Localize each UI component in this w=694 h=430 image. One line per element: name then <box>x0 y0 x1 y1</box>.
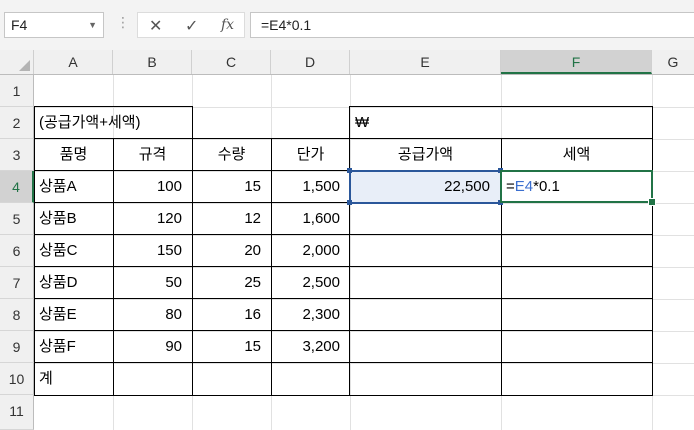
formula-equals: = <box>506 178 515 195</box>
table-border <box>652 106 653 396</box>
fill-handle-icon[interactable] <box>648 198 656 206</box>
item-price-cell[interactable]: 2,000 <box>271 235 350 266</box>
item-price-cell[interactable]: 1,600 <box>271 203 350 234</box>
header-cell-spec[interactable]: 규격 <box>113 139 192 170</box>
item-name-cell[interactable]: 상품E <box>34 299 82 330</box>
range-handle-icon[interactable] <box>347 200 352 205</box>
formula-bar: F4 ▼ ⋮ ✕ ✓ fx =E4*0.1 <box>0 0 694 50</box>
row-header-5[interactable]: 5 <box>0 203 34 235</box>
item-spec-cell[interactable]: 50 <box>113 267 192 298</box>
column-header-b[interactable]: B <box>113 50 192 74</box>
cell-e2-currency[interactable]: ₩ <box>350 107 374 138</box>
item-qty-cell[interactable]: 12 <box>192 203 271 234</box>
column-header-row: A B C D E F G <box>0 50 694 75</box>
insert-function-icon[interactable]: fx <box>221 17 234 33</box>
column-header-g[interactable]: G <box>652 50 694 74</box>
table-border <box>34 362 653 363</box>
item-spec-cell[interactable]: 100 <box>113 171 192 202</box>
total-label-cell[interactable]: 계 <box>34 363 58 394</box>
item-spec-cell[interactable]: 150 <box>113 235 192 266</box>
formula-buttons: ✕ ✓ fx <box>137 12 245 38</box>
item-name-cell[interactable]: 상품D <box>34 267 82 298</box>
row-header-4[interactable]: 4 <box>0 171 34 203</box>
item-qty-cell[interactable]: 15 <box>192 331 271 362</box>
item-price-cell[interactable]: 2,300 <box>271 299 350 330</box>
column-header-f[interactable]: F <box>501 50 652 74</box>
row-header-9[interactable]: 9 <box>0 331 34 363</box>
formula-reference: E4 <box>514 178 534 195</box>
range-handle-icon[interactable] <box>347 168 352 173</box>
row-header-11[interactable]: 11 <box>0 395 34 430</box>
chevron-down-icon[interactable]: ▼ <box>88 13 97 37</box>
name-box[interactable]: F4 ▼ <box>4 12 104 38</box>
row-header-10[interactable]: 10 <box>0 363 34 395</box>
item-qty-cell[interactable]: 16 <box>192 299 271 330</box>
table-border <box>34 395 653 396</box>
formula-operator: *0.1 <box>533 178 560 195</box>
item-price-cell[interactable]: 2,500 <box>271 267 350 298</box>
item-name-cell[interactable]: 상품B <box>34 203 82 234</box>
column-header-d[interactable]: D <box>271 50 350 74</box>
item-qty-cell[interactable]: 20 <box>192 235 271 266</box>
select-all-icon <box>19 60 30 71</box>
cell-e4-value[interactable]: 22,500 <box>350 171 501 202</box>
header-cell-tax[interactable]: 세액 <box>501 139 652 170</box>
cancel-icon[interactable]: ✕ <box>149 16 162 36</box>
row-header-1[interactable]: 1 <box>0 75 34 107</box>
column-header-a[interactable]: A <box>34 50 113 74</box>
header-cell-supply[interactable]: 공급가액 <box>350 139 501 170</box>
cell-a2-title[interactable]: (공급가액+세액) <box>34 107 146 138</box>
formula-input[interactable]: =E4*0.1 <box>250 12 694 38</box>
item-name-cell[interactable]: 상품C <box>34 235 82 266</box>
row-header-3[interactable]: 3 <box>0 139 34 171</box>
item-qty-cell[interactable]: 15 <box>192 171 271 202</box>
select-all-button[interactable] <box>0 50 34 74</box>
table-border <box>349 106 653 107</box>
item-price-cell[interactable]: 3,200 <box>271 331 350 362</box>
more-options-icon[interactable]: ⋮ <box>116 14 130 31</box>
item-qty-cell[interactable]: 25 <box>192 267 271 298</box>
enter-icon[interactable]: ✓ <box>185 16 198 36</box>
item-spec-cell[interactable]: 80 <box>113 299 192 330</box>
header-cell-price[interactable]: 단가 <box>271 139 350 170</box>
row-header-6[interactable]: 6 <box>0 235 34 267</box>
item-spec-cell[interactable]: 90 <box>113 331 192 362</box>
row-header-7[interactable]: 7 <box>0 267 34 299</box>
item-name-cell[interactable]: 상품A <box>34 171 82 202</box>
header-cell-name[interactable]: 품명 <box>34 139 113 170</box>
header-cell-qty[interactable]: 수량 <box>192 139 271 170</box>
name-box-value: F4 <box>11 17 28 33</box>
item-spec-cell[interactable]: 120 <box>113 203 192 234</box>
row-header-8[interactable]: 8 <box>0 299 34 331</box>
cell-f4-formula[interactable]: =E4*0.1 <box>501 171 565 202</box>
column-header-c[interactable]: C <box>192 50 271 74</box>
gridline-horizontal <box>34 363 694 364</box>
column-header-e[interactable]: E <box>350 50 501 74</box>
item-name-cell[interactable]: 상품F <box>34 331 81 362</box>
row-header-2[interactable]: 2 <box>0 107 34 139</box>
item-price-cell[interactable]: 1,500 <box>271 171 350 202</box>
